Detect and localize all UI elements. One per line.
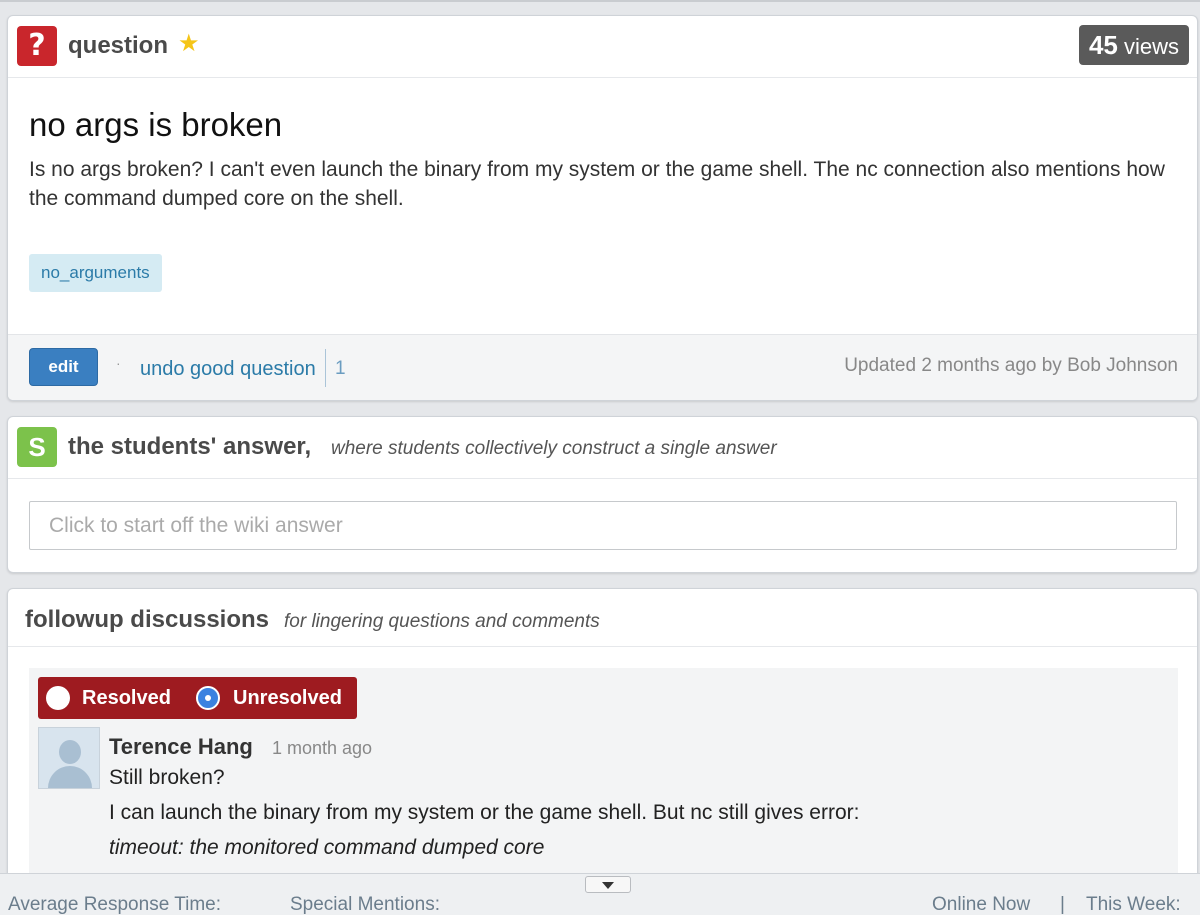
question-type-label: question	[68, 32, 168, 59]
dot-separator: ·	[116, 355, 121, 371]
question-header: ? question ★ 45 views	[8, 16, 1197, 78]
avatar-head	[59, 740, 81, 764]
resolved-radio-icon[interactable]	[46, 686, 70, 710]
resolve-toggle: Resolved Unresolved	[38, 677, 357, 719]
followup-card: followup discussions for lingering quest…	[7, 588, 1198, 888]
star-icon[interactable]: ★	[178, 30, 200, 58]
separator: |	[1060, 894, 1065, 915]
post-line: I can launch the binary from my system o…	[109, 801, 860, 824]
students-answer-subtitle: where students collectively construct a …	[331, 438, 777, 459]
post-line: timeout: the monitored command dumped co…	[109, 836, 545, 859]
chevron-down-icon[interactable]	[585, 876, 631, 893]
followup-thread: Resolved Unresolved Terence Hang 1 month…	[29, 668, 1178, 887]
divider	[325, 349, 326, 387]
question-footer: edit · undo good question 1 Updated 2 mo…	[8, 334, 1197, 400]
avatar-shoulders	[48, 766, 92, 788]
good-question-count: 1	[335, 358, 346, 379]
followup-header: followup discussions for lingering quest…	[8, 589, 1197, 647]
tag-no-arguments[interactable]: no_arguments	[29, 254, 162, 292]
question-card: ? question ★ 45 views no args is broken …	[7, 15, 1198, 401]
unresolved-label[interactable]: Unresolved	[233, 687, 342, 710]
question-body: Is no args broken? I can't even launch t…	[29, 158, 1165, 210]
this-week-label: This Week:	[1086, 894, 1181, 915]
online-now-label: Online Now	[932, 894, 1031, 915]
undo-good-question-link[interactable]: undo good question	[140, 358, 316, 381]
edit-button[interactable]: edit	[29, 348, 98, 386]
students-s-icon: S	[17, 427, 57, 467]
wiki-answer-input[interactable]: Click to start off the wiki answer	[29, 501, 1177, 550]
updated-text: Updated 2 months ago by Bob Johnson	[844, 355, 1178, 376]
top-divider	[0, 0, 1200, 2]
students-answer-title: the students' answer,	[68, 433, 312, 460]
views-count: 45	[1088, 30, 1118, 60]
unresolved-radio-icon[interactable]	[196, 686, 220, 710]
post-line: Still broken?	[109, 766, 225, 789]
avg-response-label: Average Response Time:	[8, 894, 221, 915]
special-mentions-label: Special Mentions:	[290, 894, 440, 915]
followup-title: followup discussions	[25, 606, 270, 633]
students-answer-header: S the students' answer, where students c…	[8, 417, 1197, 479]
views-badge: 45 views	[1078, 25, 1189, 65]
question-mark-icon: ?	[17, 26, 57, 66]
followup-subtitle: for lingering questions and comments	[284, 611, 600, 632]
views-label: views	[1123, 34, 1179, 59]
post-author[interactable]: Terence Hang	[109, 734, 253, 760]
default-avatar-icon	[38, 727, 100, 789]
bottom-stats-bar: Average Response Time: Special Mentions:…	[0, 873, 1200, 915]
students-answer-card: S the students' answer, where students c…	[7, 416, 1198, 573]
post-time: 1 month ago	[272, 738, 373, 758]
resolved-label[interactable]: Resolved	[82, 687, 171, 710]
question-title: no args is broken	[29, 106, 283, 143]
